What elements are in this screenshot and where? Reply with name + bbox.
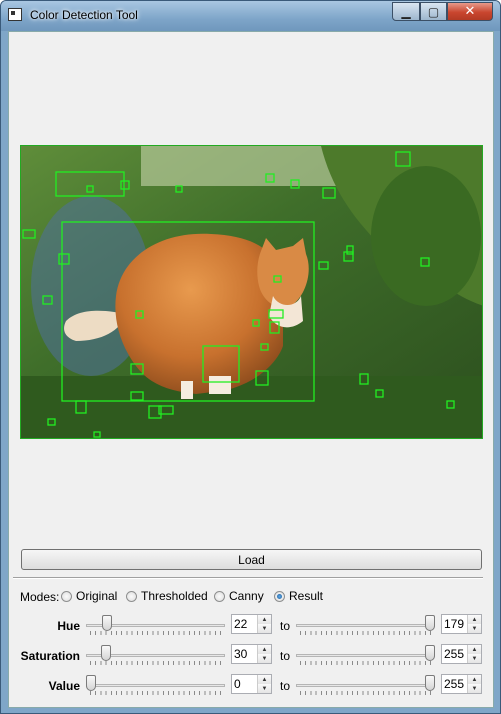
maximize-button[interactable]: ▢ bbox=[420, 2, 447, 21]
cat-body bbox=[115, 233, 283, 394]
maximize-icon: ▢ bbox=[427, 4, 440, 19]
spin-up-icon[interactable]: ▲ bbox=[258, 645, 271, 654]
value-max-handle[interactable] bbox=[425, 675, 435, 691]
hue-min-spinbox[interactable]: ▲▼ bbox=[231, 614, 272, 634]
hue-max-slider[interactable] bbox=[296, 615, 435, 640]
hue-min-input[interactable] bbox=[234, 616, 257, 632]
spin-down-icon[interactable]: ▼ bbox=[258, 624, 271, 633]
close-button[interactable]: ✕ bbox=[447, 2, 493, 21]
radio-icon bbox=[126, 590, 137, 602]
title-bar[interactable]: Color Detection Tool ▁ ▢ ✕ bbox=[1, 1, 500, 31]
spin-down-icon[interactable]: ▼ bbox=[468, 654, 481, 663]
hue-max-handle[interactable] bbox=[425, 615, 435, 631]
bright-background bbox=[141, 146, 341, 186]
value-label: Value bbox=[48, 679, 80, 693]
mode-original-label: Original bbox=[76, 589, 118, 603]
cat-in-garden-image bbox=[21, 146, 482, 438]
saturation-max-input[interactable] bbox=[444, 646, 467, 662]
modes-label: Modes: bbox=[20, 590, 60, 604]
radio-icon bbox=[61, 590, 72, 602]
mode-result-radio[interactable]: Result bbox=[274, 589, 323, 603]
mode-canny-radio[interactable]: Canny bbox=[214, 589, 264, 603]
leafy-plant-center bbox=[371, 166, 481, 306]
close-icon: ✕ bbox=[464, 4, 476, 19]
hue-max-input[interactable] bbox=[444, 616, 467, 632]
to-label: to bbox=[280, 619, 291, 633]
spin-up-icon[interactable]: ▲ bbox=[258, 615, 271, 624]
hue-label: Hue bbox=[57, 619, 80, 633]
value-max-spinbox[interactable]: ▲▼ bbox=[441, 674, 482, 694]
spin-up-icon[interactable]: ▲ bbox=[468, 645, 481, 654]
spin-up-icon[interactable]: ▲ bbox=[468, 615, 481, 624]
hue-min-handle[interactable] bbox=[102, 615, 112, 631]
result-image bbox=[20, 145, 483, 439]
spin-down-icon[interactable]: ▼ bbox=[468, 624, 481, 633]
value-min-input[interactable] bbox=[234, 676, 257, 692]
window-title: Color Detection Tool bbox=[30, 8, 138, 22]
app-window: Color Detection Tool ▁ ▢ ✕ Load Modes: O… bbox=[0, 0, 501, 714]
mode-result-label: Result bbox=[289, 589, 324, 603]
value-min-spinbox[interactable]: ▲▼ bbox=[231, 674, 272, 694]
grass bbox=[21, 376, 482, 438]
minimize-button[interactable]: ▁ bbox=[392, 2, 420, 21]
to-label: to bbox=[280, 649, 291, 663]
load-button[interactable]: Load bbox=[21, 549, 482, 570]
hue-min-slider[interactable] bbox=[86, 615, 225, 640]
radio-icon bbox=[214, 590, 225, 602]
saturation-min-spinbox[interactable]: ▲▼ bbox=[231, 644, 272, 664]
cat-paw-2 bbox=[209, 376, 231, 394]
hue-max-spinbox[interactable]: ▲▼ bbox=[441, 614, 482, 634]
minimize-icon: ▁ bbox=[401, 4, 411, 19]
value-max-slider[interactable] bbox=[296, 675, 435, 700]
saturation-max-handle[interactable] bbox=[425, 645, 435, 661]
mode-canny-label: Canny bbox=[229, 589, 264, 603]
saturation-max-spinbox[interactable]: ▲▼ bbox=[441, 644, 482, 664]
saturation-max-slider[interactable] bbox=[296, 645, 435, 670]
saturation-label: Saturation bbox=[20, 649, 80, 663]
saturation-min-slider[interactable] bbox=[86, 645, 225, 670]
value-max-input[interactable] bbox=[444, 676, 467, 692]
mode-original-radio[interactable]: Original bbox=[61, 589, 117, 603]
mode-thresholded-label: Thresholded bbox=[141, 589, 208, 603]
spin-up-icon[interactable]: ▲ bbox=[258, 675, 271, 684]
spin-down-icon[interactable]: ▼ bbox=[258, 654, 271, 663]
spin-down-icon[interactable]: ▼ bbox=[468, 684, 481, 693]
value-min-slider[interactable] bbox=[86, 675, 225, 700]
radio-checked-icon bbox=[274, 590, 285, 602]
saturation-min-input[interactable] bbox=[234, 646, 257, 662]
app-icon bbox=[8, 8, 22, 21]
spin-up-icon[interactable]: ▲ bbox=[468, 675, 481, 684]
to-label: to bbox=[280, 679, 291, 693]
saturation-min-handle[interactable] bbox=[101, 645, 111, 661]
value-min-handle[interactable] bbox=[86, 675, 96, 691]
mode-thresholded-radio[interactable]: Thresholded bbox=[126, 589, 208, 603]
spin-down-icon[interactable]: ▼ bbox=[258, 684, 271, 693]
cat-paw bbox=[181, 381, 193, 399]
separator bbox=[13, 577, 483, 579]
